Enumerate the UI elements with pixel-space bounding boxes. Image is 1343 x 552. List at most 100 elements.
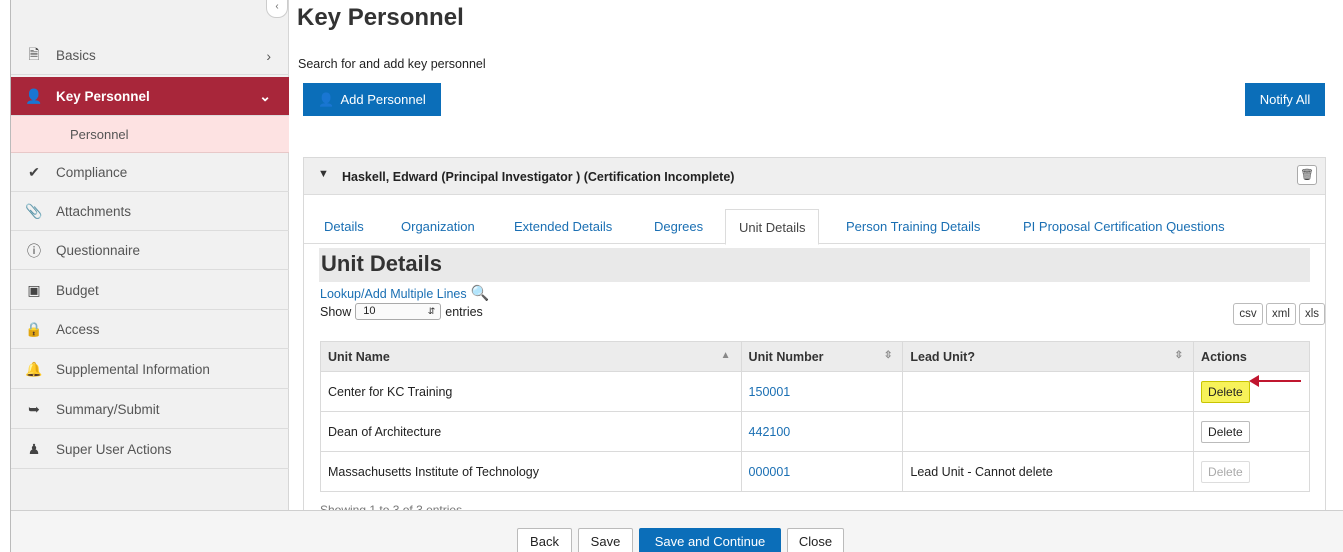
trash-icon[interactable]: 🗑 <box>1297 165 1317 185</box>
app-frame: 🗎 Basics › 👤 Key Personnel ⌄ Personnel ✔… <box>10 0 1343 552</box>
table-row: Dean of Architecture 442100 Delete <box>320 411 1310 452</box>
sidebar-item-questionnaire[interactable]: ⓘ Questionnaire <box>11 232 289 270</box>
annotation-arrow-line <box>1257 380 1301 382</box>
bell-icon: 🔔 <box>25 361 43 377</box>
cell-unit-number-link[interactable]: 442100 <box>740 411 904 452</box>
column-label: Unit Number <box>748 349 824 364</box>
table-header-row: Unit Name ▲ Unit Number ⇳ Lead Unit? ⇳ Acti… <box>320 341 1310 372</box>
page-subtitle: Search for and add key personnel <box>298 57 486 71</box>
sidebar-item-access[interactable]: 🔒 Access <box>11 311 289 349</box>
xml-button[interactable]: xml <box>1266 303 1296 325</box>
cell-actions: Delete <box>1193 451 1310 492</box>
csv-button[interactable]: csv <box>1233 303 1263 325</box>
section-title: Unit Details <box>321 251 443 276</box>
lock-icon: 🔒 <box>25 321 43 337</box>
sort-icon: ⇳ <box>1174 350 1184 361</box>
add-personnel-button[interactable]: 👤 Add Personnel <box>303 83 441 116</box>
chevron-left-icon[interactable]: ‹ <box>266 0 288 18</box>
caret-down-icon[interactable]: ▼ <box>318 168 329 180</box>
chevron-down-icon: ⌄ <box>259 87 271 104</box>
unit-details-table: Unit Name ▲ Unit Number ⇳ Lead Unit? ⇳ Acti… <box>320 341 1310 492</box>
cell-unit-name: Dean of Architecture <box>320 411 742 452</box>
show-label: Show <box>320 304 352 319</box>
table-row: Massachusetts Institute of Technology 00… <box>320 451 1310 492</box>
person-panel-header[interactable]: ▼ Haskell, Edward (Principal Investigato… <box>304 158 1325 195</box>
sidebar-item-budget[interactable]: ▣ Budget <box>11 272 289 310</box>
person-panel: ▼ Haskell, Edward (Principal Investigato… <box>303 157 1326 517</box>
document-icon: 🗎 <box>28 45 40 62</box>
sidebar-item-label: Basics <box>56 48 96 63</box>
user-icon: 👤 <box>25 87 43 104</box>
sort-up-icon: ▲ <box>720 350 731 361</box>
column-label: Lead Unit? <box>910 349 975 364</box>
sidebar-item-label: Key Personnel <box>56 88 150 104</box>
cell-lead-unit: Lead Unit - Cannot delete <box>902 451 1195 492</box>
save-and-continue-button[interactable]: Save and Continue <box>639 528 781 552</box>
chevron-right-icon: › <box>266 47 271 64</box>
tab-extended-details[interactable]: Extended Details <box>514 209 612 244</box>
money-icon: ▣ <box>27 282 41 298</box>
sidebar-item-basics[interactable]: 🗎 Basics › <box>11 37 289 75</box>
lookup-link-label: Lookup/Add Multiple Lines <box>320 287 467 301</box>
entries-select-value: 10 <box>363 305 376 317</box>
sidebar-item-label: Compliance <box>56 165 128 180</box>
column-header-unit-number[interactable]: Unit Number ⇳ <box>740 341 904 372</box>
add-personnel-label: Add Personnel <box>340 92 426 107</box>
cell-unit-number-link[interactable]: 150001 <box>740 371 904 412</box>
save-button[interactable]: Save <box>578 528 633 552</box>
tab-person-training-details[interactable]: Person Training Details <box>846 209 980 244</box>
delete-button[interactable]: Delete <box>1201 380 1250 403</box>
person-title: Haskell, Edward (Principal Investigator … <box>342 170 735 184</box>
section-header: Unit Details <box>319 248 1310 282</box>
sidebar-item-supplemental-information[interactable]: 🔔 Supplemental Information <box>11 351 289 389</box>
delete-button[interactable]: Delete <box>1201 420 1250 443</box>
tab-organization[interactable]: Organization <box>401 209 475 244</box>
tab-pi-proposal-certification-questions[interactable]: PI Proposal Certification Questions <box>1023 209 1225 244</box>
column-header-unit-name[interactable]: Unit Name ▲ <box>320 341 742 372</box>
paperclip-icon: 📎 <box>25 203 43 219</box>
person-tabs: Details Organization Extended Details De… <box>304 209 1325 245</box>
footer-bar: Back Save Save and Continue Close <box>11 510 1343 552</box>
sidebar-item-label: Supplemental Information <box>56 362 210 377</box>
cell-lead-unit <box>902 371 1195 412</box>
sidebar-item-summary-submit[interactable]: ➥ Summary/Submit <box>11 391 289 429</box>
sidebar-item-attachments[interactable]: 📎 Attachments <box>11 193 289 231</box>
tab-degrees[interactable]: Degrees <box>654 209 703 244</box>
column-label: Unit Name <box>328 349 390 364</box>
show-entries-control: Show 10 ⇵ entries <box>320 303 483 320</box>
tab-unit-details[interactable]: Unit Details <box>725 209 820 245</box>
entries-label: entries <box>445 304 483 319</box>
close-button[interactable]: Close <box>787 528 844 552</box>
sidebar-item-label: Questionnaire <box>56 243 141 258</box>
cell-unit-number-link[interactable]: 000001 <box>740 451 904 492</box>
entries-select[interactable]: 10 ⇵ <box>355 303 442 320</box>
notify-all-button[interactable]: Notify All <box>1245 83 1325 116</box>
sidebar-item-compliance[interactable]: ✔ Compliance <box>11 154 289 192</box>
sidebar-item-key-personnel[interactable]: 👤 Key Personnel ⌄ <box>11 77 289 116</box>
sidebar-item-super-user-actions[interactable]: ♟ Super User Actions <box>11 431 289 469</box>
cell-actions: Delete <box>1193 411 1310 452</box>
table-row: Center for KC Training 150001 Delete <box>320 371 1310 412</box>
sidebar-item-label: Super User Actions <box>56 442 172 457</box>
lookup-add-multiple-lines-link[interactable]: Lookup/Add Multiple Lines 🔍 <box>320 284 489 302</box>
sidebar-item-label: Budget <box>56 283 99 298</box>
back-button[interactable]: Back <box>517 528 572 552</box>
xls-button[interactable]: xls <box>1299 303 1325 325</box>
tab-details[interactable]: Details <box>324 209 364 244</box>
main-content: Key Personnel Search for and add key per… <box>289 0 1343 517</box>
submit-icon: ➥ <box>28 401 40 417</box>
column-header-actions: Actions <box>1193 341 1310 372</box>
super-user-icon: ♟ <box>27 441 41 457</box>
question-icon: ⓘ <box>27 242 41 259</box>
cell-unit-name: Center for KC Training <box>320 371 742 412</box>
sidebar-subitem-personnel[interactable]: Personnel <box>11 116 289 153</box>
search-icon: 🔍 <box>470 285 490 302</box>
user-icon: 👤 <box>318 91 335 107</box>
sidebar-item-label: Access <box>56 322 100 337</box>
check-icon: ✔ <box>28 164 40 180</box>
column-header-lead-unit[interactable]: Lead Unit? ⇳ <box>902 341 1195 372</box>
select-arrows-icon: ⇵ <box>427 306 436 316</box>
page-title: Key Personnel <box>297 4 464 31</box>
cell-unit-name: Massachusetts Institute of Technology <box>320 451 742 492</box>
sidebar: 🗎 Basics › 👤 Key Personnel ⌄ Personnel ✔… <box>11 0 289 510</box>
